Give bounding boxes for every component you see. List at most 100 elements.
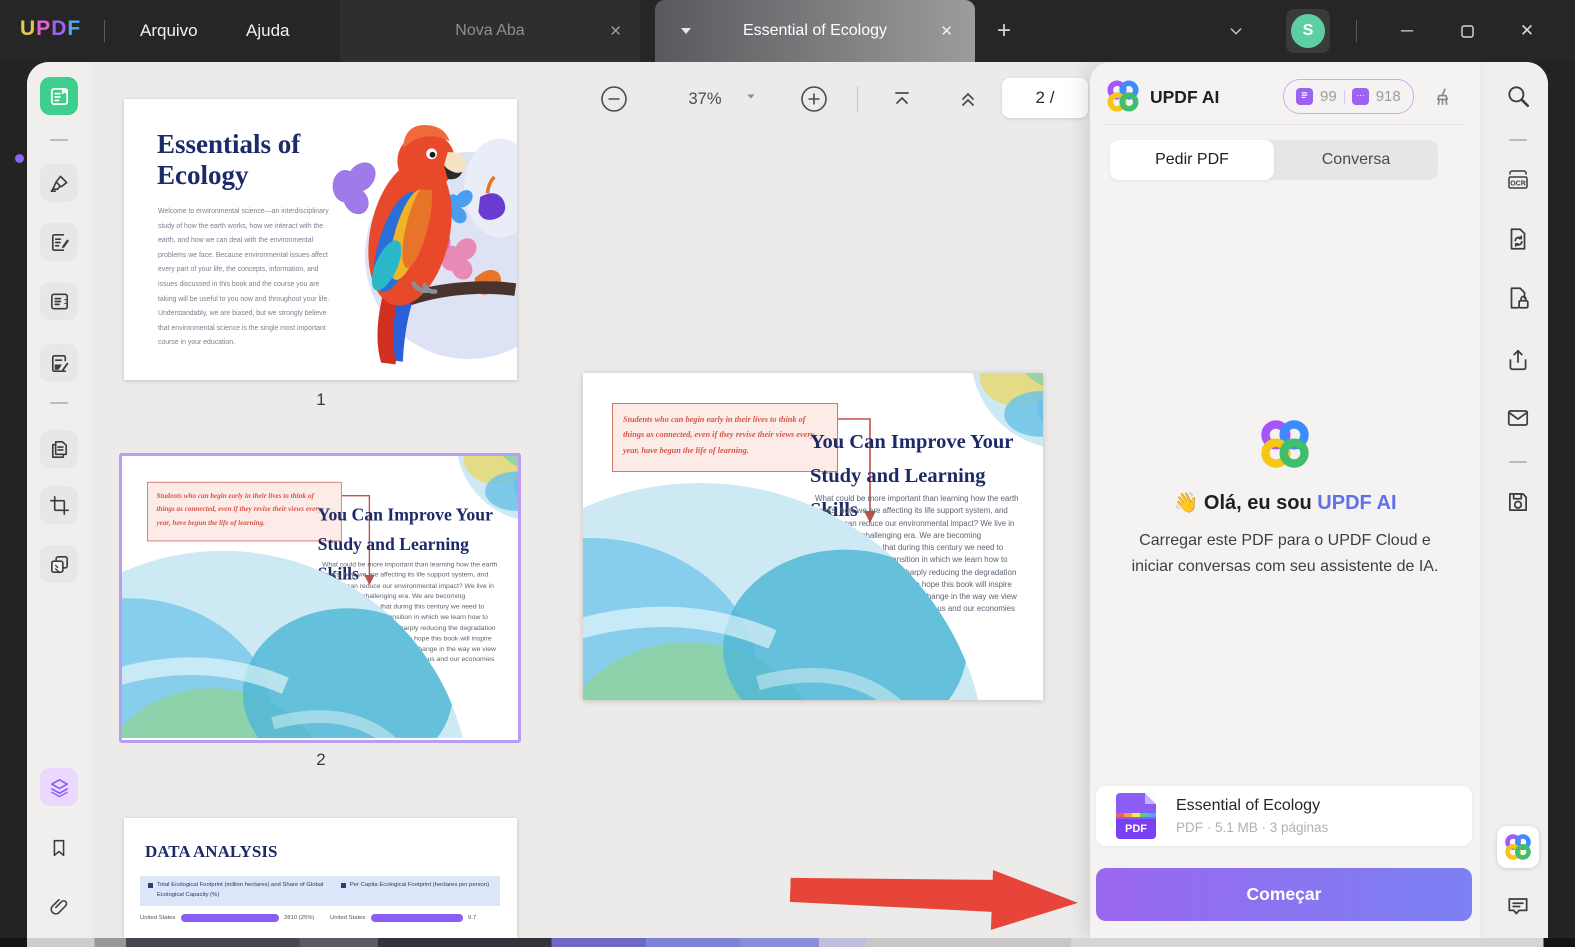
ai-description-line1: Carregar este PDF para o UPDF Cloud e — [1139, 532, 1431, 549]
zoom-in-button[interactable] — [799, 84, 829, 114]
tab-nova-aba[interactable]: Nova Aba ✕ — [340, 0, 640, 62]
zoom-dropdown-caret-icon[interactable] — [745, 90, 757, 102]
menu-ajuda[interactable]: Ajuda — [232, 0, 303, 62]
edit-pdf-button[interactable] — [40, 223, 78, 261]
scroll-to-top-button[interactable] — [887, 84, 917, 114]
edit-document-icon — [51, 233, 69, 251]
updf-logo: UPDF — [20, 17, 81, 41]
thumbnail-page-1[interactable]: Essentials of Ecology Welcome to environ… — [124, 99, 517, 380]
page-number-2: 2 — [316, 750, 326, 769]
earth-illustration — [122, 548, 473, 738]
share-button[interactable] — [1502, 344, 1534, 376]
earth-corner-illustration — [456, 456, 519, 522]
bar — [181, 914, 279, 922]
bar-label: United States — [140, 915, 176, 921]
ai-assistant-button[interactable] — [1497, 826, 1539, 868]
titlebar: UPDF Arquivo Ajuda Nova Aba ✕ Essential … — [0, 0, 1575, 62]
file-card[interactable]: PDF Essential of Ecology PDF · 5.1 MB · … — [1096, 786, 1472, 846]
comment-bubble-icon — [1508, 898, 1528, 915]
convert-button[interactable] — [1502, 223, 1534, 255]
rail-divider — [50, 402, 68, 404]
earth-illustration — [583, 480, 990, 700]
close-button[interactable]: ✕ — [1498, 0, 1556, 62]
protect-button[interactable] — [1502, 282, 1534, 314]
thumbnail-page-2[interactable]: Students who can begin early in their li… — [119, 453, 521, 743]
share-icon — [1509, 349, 1527, 371]
zoom-out-button[interactable] — [599, 84, 629, 114]
attachments-panel-button[interactable] — [40, 888, 78, 926]
crop-button[interactable] — [40, 486, 78, 524]
ocr-button[interactable]: OCR — [1502, 164, 1534, 196]
page3-bar-row: United States 2810 (25%) — [140, 914, 320, 922]
page-tools-button[interactable] — [40, 282, 78, 320]
thumbnail-page-3[interactable]: DATA ANALYSIS Total Ecological Footprint… — [124, 818, 517, 938]
legend2-text: Per Capita Ecological Footprint (hectare… — [349, 882, 490, 888]
menu-arquivo[interactable]: Arquivo — [126, 0, 212, 62]
new-tab-button[interactable]: + — [984, 0, 1024, 62]
minimize-button[interactable]: ─ — [1378, 0, 1436, 62]
legend-bullet — [340, 883, 346, 888]
bookmarks-panel-button[interactable] — [40, 829, 78, 867]
thumbnails-panel-button[interactable] — [40, 768, 78, 806]
chat-credits-icon — [1351, 88, 1369, 105]
legend1-text: Total Ecological Footprint (million hect… — [157, 882, 324, 898]
bar-value: 9.7 — [468, 915, 477, 921]
rail-divider — [50, 139, 68, 141]
maximize-button[interactable] — [1438, 0, 1496, 62]
broom-icon — [1436, 88, 1448, 105]
panel-divider — [1104, 124, 1466, 125]
clear-conversation-button[interactable] — [1428, 82, 1458, 112]
fill-sign-button[interactable] — [40, 344, 78, 382]
form-icon — [50, 292, 68, 310]
workspace: Essentials of Ecology Welcome to environ… — [27, 62, 1548, 938]
page-fold — [1145, 793, 1156, 804]
tab-options-caret-icon[interactable] — [681, 28, 691, 34]
previous-page-button[interactable] — [953, 84, 983, 114]
tab-pedir-pdf[interactable]: Pedir PDF — [1110, 140, 1274, 180]
ai-credits-badge[interactable]: 99 918 — [1283, 79, 1414, 114]
tab-close-icon[interactable]: ✕ — [940, 22, 953, 40]
rail-divider — [1509, 139, 1527, 141]
pages-stack-icon — [50, 555, 68, 573]
ai-panel-title: UPDF AI — [1150, 87, 1220, 107]
updf-ai-logo-large-icon — [1259, 418, 1311, 470]
crop-icon — [49, 495, 69, 515]
email-button[interactable] — [1502, 402, 1534, 434]
updf-ai-logo-icon — [1106, 79, 1140, 113]
page3-bar-row: United States 9.7 — [330, 914, 510, 922]
comment-tool-button[interactable] — [40, 164, 78, 202]
chat-credits-count: 918 — [1375, 88, 1401, 105]
page2-note: Students who can begin early in their li… — [612, 403, 838, 472]
protect-lock-icon — [1510, 287, 1529, 309]
tab-conversa[interactable]: Conversa — [1274, 140, 1438, 180]
mail-icon — [1507, 410, 1529, 426]
bar — [371, 914, 463, 922]
zoom-level[interactable]: 37% — [675, 84, 735, 114]
logo-letter: D — [51, 17, 68, 40]
sign-document-icon — [51, 354, 69, 372]
bar-label: United States — [330, 915, 366, 921]
ai-mode-tabs: Pedir PDF Conversa — [1110, 140, 1438, 180]
account-button[interactable]: S — [1286, 9, 1330, 53]
greeting-text: Olá, eu sou — [1203, 492, 1312, 514]
search-button[interactable] — [1502, 80, 1534, 112]
save-icon — [1509, 493, 1527, 511]
pdf-label: PDF — [1116, 819, 1156, 839]
notification-dot — [15, 154, 24, 163]
start-button[interactable]: Começar — [1096, 868, 1472, 921]
save-button[interactable] — [1502, 486, 1534, 518]
page2-note: Students who can begin early in their li… — [146, 481, 342, 542]
page-number-input[interactable]: 2 / — [1002, 78, 1088, 118]
comments-button[interactable] — [1502, 890, 1534, 922]
red-pointer-arrow — [789, 869, 1078, 930]
tab-essential-of-ecology[interactable]: Essential of Ecology ✕ — [655, 0, 975, 62]
file-meta: PDF · 5.1 MB · 3 páginas — [1176, 820, 1329, 835]
reader-mode-button[interactable] — [40, 77, 78, 115]
ocr-icon: OCR — [1508, 170, 1528, 189]
tabs-dropdown-icon[interactable] — [1216, 0, 1256, 62]
wave-emoji-icon: 👋 — [1173, 492, 1199, 514]
tab-close-icon[interactable]: ✕ — [609, 22, 622, 40]
organize-pages-button[interactable] — [40, 430, 78, 468]
watermark-button[interactable] — [40, 545, 78, 583]
bar-value: 2810 (25%) — [284, 915, 315, 921]
